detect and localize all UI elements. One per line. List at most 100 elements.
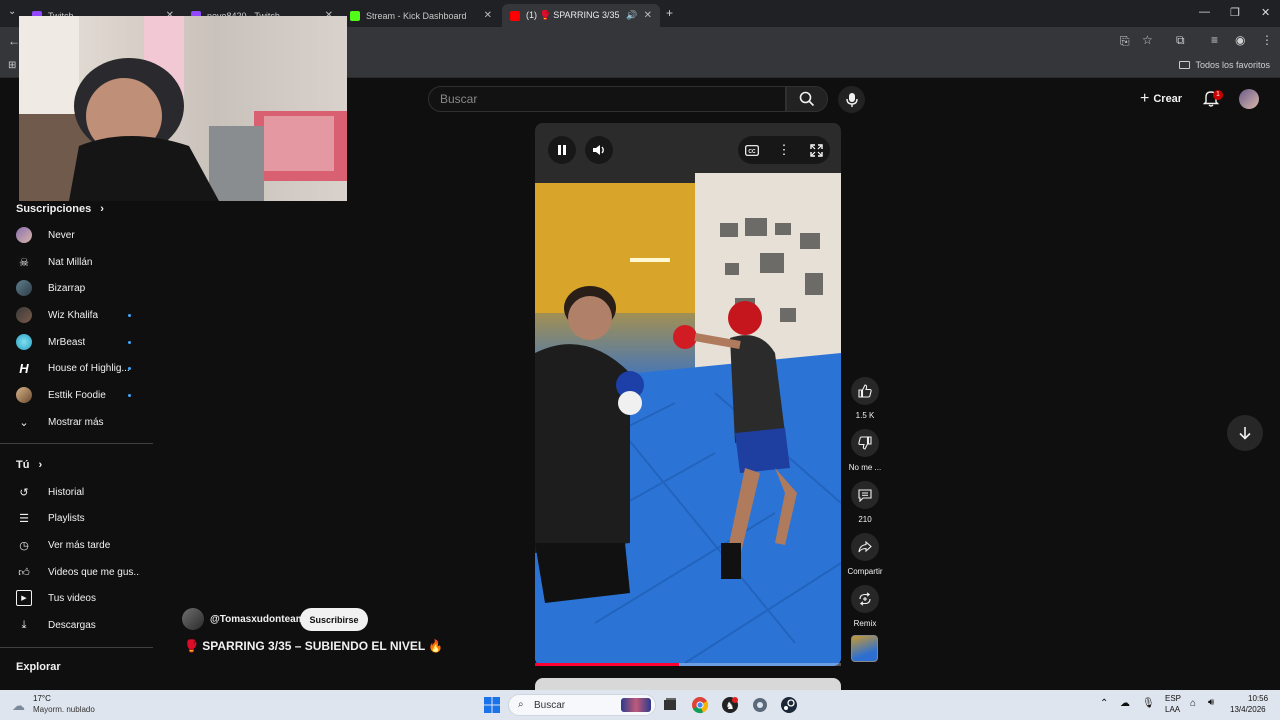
voice-search-button[interactable] bbox=[838, 86, 865, 113]
sidebar-item-liked-videos[interactable]: 👍︎ Videos que me gus... bbox=[16, 562, 140, 582]
chevron-right-icon: › bbox=[38, 459, 43, 471]
fullscreen-button[interactable] bbox=[805, 139, 827, 161]
network-icon[interactable]: ⌂ bbox=[1190, 698, 1196, 709]
windows-start-icon[interactable] bbox=[483, 696, 501, 714]
more-options-icon[interactable]: ⋮ bbox=[773, 139, 795, 161]
captions-button[interactable]: CC bbox=[741, 139, 763, 161]
remix-action[interactable]: Remix bbox=[850, 585, 880, 628]
pause-button[interactable] bbox=[548, 136, 576, 164]
close-window-icon[interactable]: ✕ bbox=[1261, 6, 1270, 19]
new-content-dot bbox=[128, 394, 131, 397]
extensions-icon[interactable]: ⧉ bbox=[1176, 33, 1185, 48]
share-action[interactable]: Compartir bbox=[847, 533, 883, 576]
you-heading-label: Tú bbox=[16, 459, 30, 471]
chevron-up-icon[interactable]: ⌃ bbox=[1100, 698, 1108, 709]
search-input[interactable]: Buscar bbox=[428, 86, 786, 112]
steam-icon[interactable] bbox=[780, 696, 798, 714]
account-avatar[interactable] bbox=[1239, 89, 1259, 109]
next-short-button[interactable] bbox=[1227, 415, 1263, 451]
new-content-dot bbox=[128, 341, 131, 344]
like-action[interactable]: 1.5 K bbox=[850, 377, 880, 420]
next-short-preview[interactable] bbox=[535, 678, 841, 690]
remix-label: Remix bbox=[853, 619, 877, 628]
subscriptions-heading[interactable]: Suscripciones › bbox=[16, 203, 104, 215]
sidebar-item-bizarrap[interactable]: Bizarrap bbox=[16, 278, 140, 298]
tab-youtube-short[interactable]: (1) 🥊 SPARRING 3/35 – SU 🔊 ✕ bbox=[502, 4, 660, 27]
dislike-action[interactable]: No me ... bbox=[849, 429, 881, 472]
onedrive-icon[interactable]: ☁ bbox=[1120, 698, 1130, 709]
new-tab-icon[interactable]: + bbox=[666, 6, 673, 20]
remix-button[interactable] bbox=[851, 585, 879, 613]
webcam-overlay bbox=[19, 16, 347, 201]
all-bookmarks[interactable]: Todos los favoritos bbox=[1179, 60, 1270, 70]
search-highlight-image bbox=[621, 698, 651, 712]
sidebar-item-label: Descargas bbox=[48, 619, 96, 631]
playlist-icon: ☰ bbox=[19, 512, 29, 525]
menu-icon[interactable]: ⋮ bbox=[1261, 33, 1273, 47]
channel-name[interactable]: @Tomasxudonteam bbox=[210, 614, 305, 625]
sidebar-item-nat-millan[interactable]: ☠ Nat Millán bbox=[16, 252, 140, 272]
sidebar-item-downloads[interactable]: ⤓ Descargas bbox=[16, 615, 140, 635]
audio-source-thumbnail[interactable] bbox=[851, 635, 878, 662]
settings-icon[interactable] bbox=[751, 696, 769, 714]
profile-icon[interactable]: ◉ bbox=[1235, 33, 1245, 47]
star-icon[interactable]: ☆ bbox=[1142, 33, 1153, 47]
microphone-icon[interactable]: 🎙︎ bbox=[1142, 698, 1155, 709]
sidebar-divider bbox=[0, 443, 153, 444]
new-content-dot bbox=[128, 367, 131, 370]
tab-search-icon[interactable]: ⌄ bbox=[8, 6, 16, 17]
weather-temperature[interactable]: 17°C bbox=[33, 694, 51, 703]
like-button[interactable] bbox=[851, 377, 879, 405]
search-button[interactable] bbox=[786, 86, 828, 112]
apps-icon[interactable]: ⊞ bbox=[8, 60, 16, 71]
sidebar-item-your-videos[interactable]: ▶ Tus videos bbox=[16, 588, 140, 608]
share-button[interactable] bbox=[851, 533, 879, 561]
restore-icon[interactable]: ❐ bbox=[1230, 6, 1240, 19]
short-video-player[interactable] bbox=[535, 123, 841, 666]
short-title[interactable]: 🥊 SPARRING 3/35 – SUBIENDO EL NIVEL 🔥 bbox=[184, 639, 443, 653]
speaker-icon[interactable]: 🔊 bbox=[626, 10, 637, 21]
media-control-icon[interactable]: ≡ bbox=[1211, 33, 1218, 47]
task-view-icon[interactable] bbox=[661, 696, 679, 714]
chrome-icon[interactable] bbox=[691, 696, 709, 714]
sidebar-item-wiz-khalifa[interactable]: Wiz Khalifa bbox=[16, 305, 140, 325]
sidebar-item-label: Wiz Khalifa bbox=[48, 309, 99, 321]
search-icon: ⌕ bbox=[518, 699, 524, 710]
thumbs-up-icon: 👍︎ bbox=[18, 566, 30, 579]
volume-button[interactable] bbox=[585, 136, 613, 164]
sidebar-item-house-of-highlights[interactable]: H House of Highlig... bbox=[16, 358, 140, 378]
sidebar-item-history[interactable]: ↺ Historial bbox=[16, 482, 140, 502]
you-heading[interactable]: Tú › bbox=[16, 459, 42, 471]
minimize-icon[interactable]: — bbox=[1199, 6, 1210, 18]
volume-icon[interactable]: 🔊︎ bbox=[1208, 697, 1214, 708]
weather-description[interactable]: Mayorm. nublado bbox=[33, 705, 95, 714]
clock-date[interactable]: 13/4/2026 bbox=[1230, 705, 1266, 714]
sidebar-item-mrbeast[interactable]: MrBeast bbox=[16, 332, 140, 352]
close-icon[interactable]: ✕ bbox=[644, 10, 652, 21]
taskbar-search[interactable]: ⌕ Buscar bbox=[508, 694, 656, 716]
dislike-button[interactable] bbox=[851, 429, 879, 457]
input-language[interactable]: ESP bbox=[1165, 694, 1181, 703]
comments-button[interactable] bbox=[851, 481, 879, 509]
share-icon bbox=[858, 540, 872, 553]
sidebar-item-esttik-foodie[interactable]: Esttik Foodie bbox=[16, 385, 140, 405]
like-count: 1.5 K bbox=[855, 411, 875, 420]
sidebar-item-playlists[interactable]: ☰ Playlists bbox=[16, 508, 140, 528]
app-icon-chess[interactable]: ♞ bbox=[721, 696, 739, 714]
sidebar-item-never[interactable]: Never bbox=[16, 225, 140, 245]
video-progress-bar[interactable] bbox=[535, 663, 841, 666]
fullscreen-icon bbox=[809, 143, 823, 157]
input-layout[interactable]: LAA bbox=[1165, 705, 1180, 714]
share-label: Compartir bbox=[847, 567, 883, 576]
install-icon[interactable]: ⎘ bbox=[1120, 34, 1130, 49]
subscribe-button[interactable]: Suscribirse bbox=[300, 608, 368, 631]
close-icon[interactable]: ✕ bbox=[484, 10, 492, 21]
clock-time[interactable]: 10:56 bbox=[1248, 694, 1268, 703]
bookmarks-label: Todos los favoritos bbox=[1195, 60, 1270, 70]
sidebar-item-watch-later[interactable]: ◷ Ver más tarde bbox=[16, 535, 140, 555]
create-button[interactable]: + Crear bbox=[1140, 90, 1182, 108]
show-more-button[interactable]: ⌄ Mostrar más bbox=[16, 412, 140, 432]
comments-action[interactable]: 210 bbox=[850, 481, 880, 524]
tab-kick-dashboard[interactable]: Stream - Kick Dashboard ✕ bbox=[342, 4, 500, 27]
channel-avatar[interactable] bbox=[182, 608, 204, 630]
